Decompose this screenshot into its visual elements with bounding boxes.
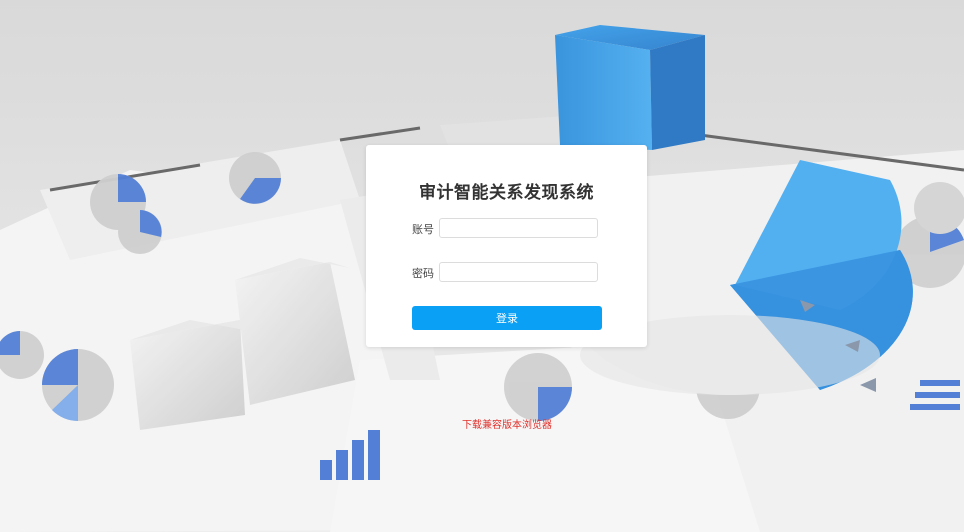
- download-browser-link[interactable]: 下载兼容版本浏览器: [462, 416, 552, 431]
- login-button[interactable]: 登录: [412, 306, 602, 330]
- login-title: 审计智能关系发现系统: [419, 183, 594, 203]
- login-card: 审计智能关系发现系统 账号 密码 登录: [366, 145, 647, 347]
- account-row: 账号: [412, 218, 602, 240]
- password-row: 密码: [412, 262, 602, 284]
- account-input[interactable]: [439, 218, 598, 238]
- account-label: 账号: [412, 223, 434, 236]
- password-label: 密码: [412, 267, 434, 280]
- password-input[interactable]: [439, 262, 598, 282]
